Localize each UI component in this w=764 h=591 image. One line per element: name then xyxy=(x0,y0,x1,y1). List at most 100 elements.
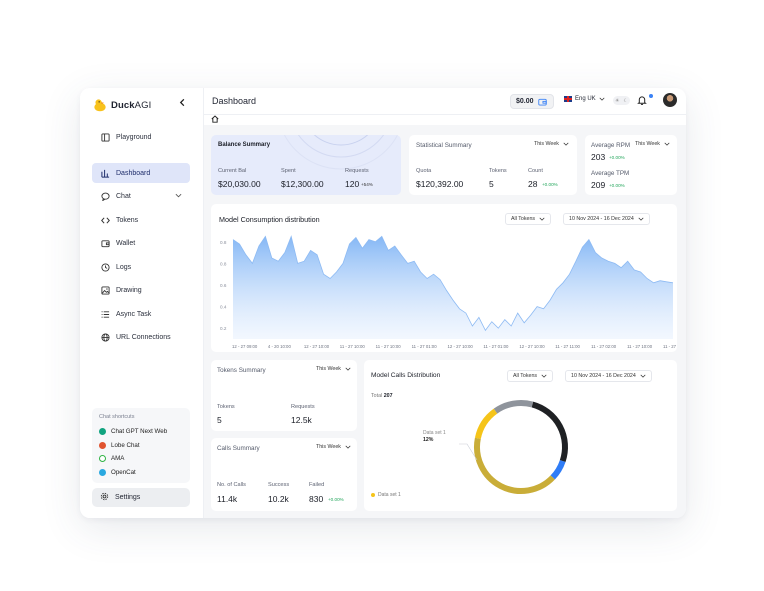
tokens-summary-card: Tokens Summary This Week Tokens 5 Reques… xyxy=(211,360,357,431)
period-dropdown[interactable]: This Week xyxy=(635,141,670,147)
x-tick-label: 11 - 27 02:00 xyxy=(591,344,617,349)
brand-name: DuckAGI xyxy=(111,100,151,111)
duck-logo-icon xyxy=(94,99,106,112)
language-label: Eng UK xyxy=(575,96,596,102)
code-icon xyxy=(100,215,110,225)
balance-summary-title: Balance Summary xyxy=(218,142,271,148)
chevron-left-icon xyxy=(179,98,185,107)
clock-icon xyxy=(100,262,110,272)
chat-shortcuts-title: Chat shortcuts xyxy=(99,414,135,420)
period-dropdown[interactable]: This Week xyxy=(316,366,351,372)
period-dropdown[interactable]: This Week xyxy=(534,141,569,147)
sidebar-item-playground[interactable]: Playground xyxy=(92,127,190,147)
gear-icon xyxy=(100,492,109,503)
sidebar-item-label: Dashboard xyxy=(116,169,151,177)
average-tpm-value: 209 xyxy=(591,180,606,190)
chat-icon xyxy=(100,191,110,201)
current-balance-label: Current Bal xyxy=(218,168,247,174)
main-content: Balance Summary Current Bal $20,030.00 S… xyxy=(204,125,686,518)
brand: DuckAGI xyxy=(93,98,151,112)
legend: Data set 1 xyxy=(371,492,401,498)
quota-label: Quota xyxy=(416,168,432,174)
chat-shortcuts-panel: Chat shortcuts Chat GPT Next Web Lobe Ch… xyxy=(92,408,190,483)
sun-icon: ☀ xyxy=(615,97,620,104)
calls-summary-title: Calls Summary xyxy=(217,445,260,452)
x-tick-label: 12 - 27 10:00 xyxy=(304,344,330,349)
x-tick-label: 12 - 27 09:00 xyxy=(232,344,258,349)
sidebar-item-dashboard[interactable]: Dashboard xyxy=(92,163,190,183)
spent-value: $12,300.00 xyxy=(281,179,324,189)
sidebar-item-label: URL Connections xyxy=(116,333,171,341)
rpm-tpm-card: Average RPM This Week 203 +0.00% Average… xyxy=(585,135,677,195)
sidebar-item-logs[interactable]: Logs xyxy=(92,257,190,277)
tokens-summary-title: Tokens Summary xyxy=(217,367,266,374)
chevron-down-icon xyxy=(664,142,670,146)
brand-name-bold: Duck xyxy=(111,99,135,111)
shortcut-chat-gpt-next-web[interactable]: Chat GPT Next Web xyxy=(99,425,183,439)
requests-change: +54% xyxy=(361,182,373,187)
moon-icon: ☾ xyxy=(623,97,628,104)
average-rpm-value: 203 xyxy=(591,152,606,162)
sidebar-item-label: Logs xyxy=(116,263,132,271)
sidebar-item-chat[interactable]: Chat xyxy=(92,186,190,206)
sidebar-item-url-connections[interactable]: URL Connections xyxy=(92,327,190,347)
consumption-card: Model Consumption distribution All Token… xyxy=(211,204,677,352)
y-tick-label: 0.8 xyxy=(220,261,227,266)
balance-button[interactable]: $0.00 xyxy=(510,94,554,109)
y-tick-label: 0.2 xyxy=(220,326,227,331)
brand-name-light: AGI xyxy=(134,99,152,111)
language-selector[interactable]: Eng UK xyxy=(564,96,605,102)
wallet-icon xyxy=(537,98,547,106)
failed-change: +0.00% xyxy=(328,497,344,502)
app-window: DuckAGI Playground Dashboard Chat Tokens… xyxy=(80,88,686,518)
sidebar-item-wallet[interactable]: Wallet xyxy=(92,233,190,253)
statistical-summary-card: Statistical Summary This Week Quota $120… xyxy=(409,135,577,195)
period-label: This Week xyxy=(316,366,341,372)
sidebar-item-label: Playground xyxy=(116,133,152,141)
consumption-area-chart: 0.8 0.8 0.6 0.4 0.2 12 - 27 09:00 4 - 20 10:00… xyxy=(220,235,677,349)
tooltip-value: 12% xyxy=(423,437,434,443)
donut-segment xyxy=(550,459,566,480)
bell-icon xyxy=(637,96,647,105)
collapse-sidebar-button[interactable] xyxy=(178,98,187,110)
dashboard-icon xyxy=(100,168,110,178)
playground-icon xyxy=(100,132,110,142)
theme-toggle[interactable]: ☀ ☾ xyxy=(613,96,630,105)
calls-summary-card: Calls Summary This Week No. of Calls 11.… xyxy=(211,438,357,511)
home-icon xyxy=(211,115,219,123)
notification-button[interactable] xyxy=(637,95,647,107)
shortcut-opencat[interactable]: OpenCat xyxy=(99,466,183,480)
shortcut-label: OpenCat xyxy=(111,468,136,476)
requests-label: Requests xyxy=(291,404,315,410)
chevron-down-icon xyxy=(345,445,351,449)
success-value: 10.2k xyxy=(268,494,289,504)
x-tick-label: 11 - 27 10:00 xyxy=(627,344,653,349)
period-label: This Week xyxy=(635,141,660,147)
legend-label: Data set 1 xyxy=(378,492,401,498)
failed-value: 830 xyxy=(309,494,324,504)
period-dropdown[interactable]: This Week xyxy=(316,444,351,450)
settings-label: Settings xyxy=(115,494,141,501)
current-balance-value: $20,030.00 xyxy=(218,179,261,189)
period-label: This Week xyxy=(534,141,559,147)
donut-segment xyxy=(531,401,568,462)
tooltip-label: Data set 1 xyxy=(423,430,446,436)
x-tick-label: 11 - 27 01:00 xyxy=(412,344,438,349)
shortcut-lobe-chat[interactable]: Lobe Chat xyxy=(99,439,183,453)
settings-button[interactable]: Settings xyxy=(92,488,190,507)
requests-value: 12.5k xyxy=(291,415,312,425)
shortcut-ama[interactable]: AMA xyxy=(99,452,183,466)
sidebar-item-async-task[interactable]: Async Task xyxy=(92,304,190,324)
sidebar-item-label: Tokens xyxy=(116,216,139,224)
page-title: Dashboard xyxy=(212,96,257,106)
requests-label: Requests xyxy=(345,168,369,174)
shortcut-label: Lobe Chat xyxy=(111,441,140,449)
avatar[interactable] xyxy=(663,93,677,107)
sidebar-item-drawing[interactable]: Drawing xyxy=(92,280,190,300)
sidebar-item-tokens[interactable]: Tokens xyxy=(92,210,190,230)
x-tick-label: 11 - 27 10:00 xyxy=(340,344,366,349)
home-breadcrumb[interactable] xyxy=(211,115,219,125)
area-series-fill xyxy=(233,236,673,339)
list-icon xyxy=(100,309,110,319)
calls-distribution-card: Model Calls Distribution All Tokens 10 N… xyxy=(364,360,677,511)
